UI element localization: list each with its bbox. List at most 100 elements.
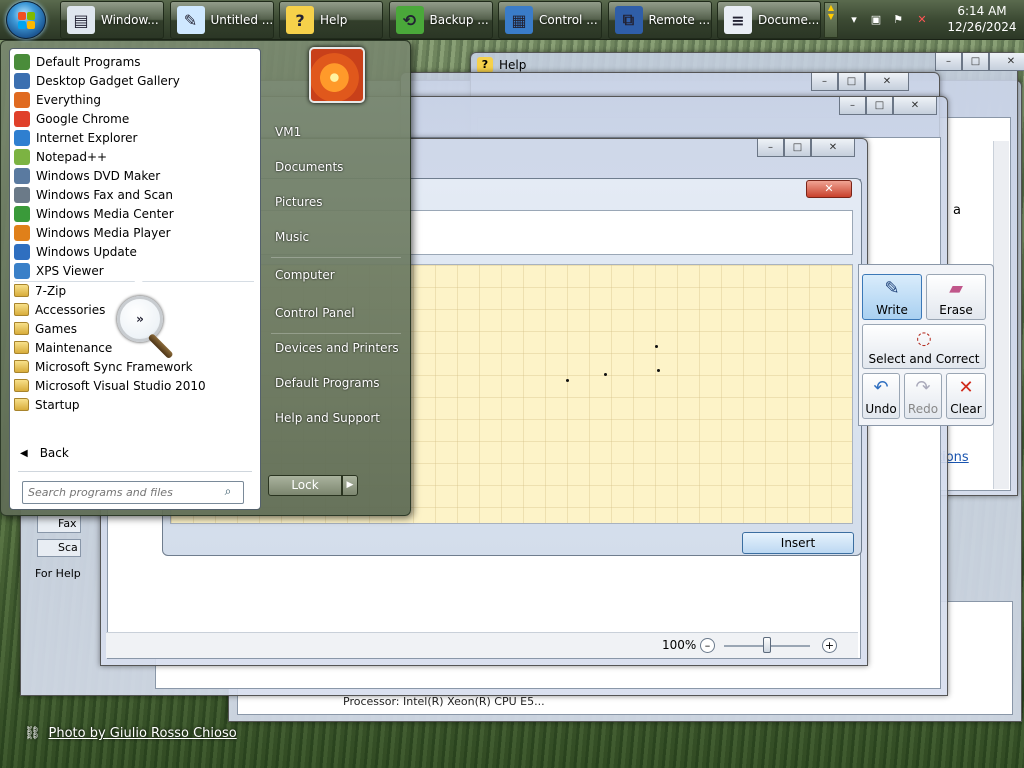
insert-button[interactable]: Insert [742,532,854,554]
start-link-pictures[interactable]: Pictures [275,195,323,209]
folder-icon [14,398,29,411]
taskbar-button[interactable]: ? Help [279,1,383,39]
remote-desktop-icon: ⧉ [614,6,643,34]
search-input[interactable] [23,486,219,499]
network-icon[interactable]: ▣ [868,12,884,28]
program-label: Windows DVD Maker [36,168,161,183]
folder-item[interactable]: Microsoft Visual Studio 2010 [12,376,258,395]
program-item[interactable]: Windows Update [12,242,258,261]
program-label: Windows Media Center [36,206,174,221]
program-item[interactable]: Windows Fax and Scan [12,185,258,204]
program-label: Windows Fax and Scan [36,187,174,202]
minimize-button[interactable]: – [757,139,784,157]
program-item[interactable]: Notepad++ [12,147,258,166]
maximize-button[interactable]: □ [962,53,989,71]
folder-item[interactable]: Microsoft Sync Framework [12,357,258,376]
zoom-in-button[interactable]: + [822,638,837,653]
start-button[interactable] [6,1,46,39]
taskbar-button[interactable]: ≡ Docume... [717,1,821,39]
lock-button[interactable]: Lock [268,475,342,496]
maximize-button[interactable]: □ [838,73,865,91]
back-arrow-icon: ◀ [20,447,28,459]
close-button[interactable]: ✕ [811,139,855,157]
clear-button[interactable]: ✕ Clear [946,373,986,419]
start-link-computer[interactable]: Computer [275,268,335,282]
program-item[interactable]: Desktop Gadget Gallery [12,71,258,90]
start-link-default-programs[interactable]: Default Programs [275,376,380,390]
minimize-button[interactable]: – [935,53,962,71]
erase-button[interactable]: ▰ Erase [926,274,986,320]
zoom-slider-thumb[interactable] [763,637,771,653]
program-item[interactable]: Windows Media Player [12,223,258,242]
program-item[interactable]: Internet Explorer [12,128,258,147]
update-icon [14,243,30,260]
search-box[interactable]: ⌕ [22,481,244,504]
zoom-percent: 100% [662,638,697,652]
minimize-button[interactable]: – [839,97,866,115]
volume-muted-icon[interactable]: ✕ [914,12,930,28]
close-button[interactable]: ✕ [865,73,909,91]
maximize-button[interactable]: □ [866,97,893,115]
action-center-flag-icon[interactable]: ⚑ [890,12,906,28]
help-window-title: Help [499,58,527,72]
control-panel-icon: ▦ [505,6,533,34]
for-help-text: For Help [35,567,81,580]
folder-item[interactable]: Startup [12,395,258,414]
media-player-icon [14,224,30,241]
program-label: Default Programs [36,54,141,69]
taskbar-button[interactable]: ✎ Untitled ... [169,1,274,39]
clock-date[interactable]: 12/26/2024 [942,20,1022,34]
ink-dot [604,373,607,376]
taskbar: ▤ Window... ✎ Untitled ...? Help ⟲ Backup ... ▦… [0,0,1024,40]
processor-text: Processor: Intel(R) Xeon(R) CPU E5... [343,695,545,708]
back-button[interactable]: ◀ Back [20,446,69,460]
magnifier-icon[interactable]: » [117,296,163,342]
input-panel-close-button[interactable]: ✕ [806,180,852,198]
photo-credit[interactable]: ⛓ Photo by Giulio Rosso Chioso [24,726,237,741]
minimize-button[interactable]: – [811,73,838,91]
redo-icon: ↷ [915,377,931,398]
folder-icon [14,322,29,335]
start-link-control-panel[interactable]: Control Panel [275,306,355,320]
taskbar-button[interactable]: ▤ Window... [60,1,164,39]
program-label: Windows Update [36,244,137,259]
write-button[interactable]: ✎ Write [862,274,922,320]
user-picture[interactable] [309,47,365,103]
taskbar-button-label: Window... [101,13,159,27]
scan-item[interactable]: Sca [37,539,81,557]
taskbar-scroll-button[interactable]: ▲ ▼ [824,2,838,38]
search-icon[interactable]: ⌕ [219,484,237,502]
notepad-icon [14,148,30,165]
undo-button[interactable]: ↶ Undo [862,373,900,419]
shutdown-options-arrow[interactable]: ▶ [342,475,358,496]
media-center-icon [14,205,30,222]
program-item[interactable]: Windows DVD Maker [12,166,258,185]
start-menu: Default Programs Desktop Gadget Gallery Ev… [0,40,411,516]
start-link-music[interactable]: Music [275,230,309,244]
start-link-vm1[interactable]: VM1 [275,125,301,139]
redo-button[interactable]: ↷ Redo [904,373,942,419]
vertical-scrollbar[interactable] [993,141,1009,489]
program-item[interactable]: Everything [12,90,258,109]
close-button[interactable]: ✕ [989,53,1024,71]
start-menu-links: VM1 Documents Pictures Music Computer Control… [263,41,411,517]
taskbar-button[interactable]: ⟲ Backup ... [388,1,493,39]
taskbar-button[interactable]: ▦ Control ... [498,1,602,39]
zoom-bar: 100% – + [106,632,858,658]
start-link-devices-and-printers[interactable]: Devices and Printers [275,341,399,355]
maximize-button[interactable]: □ [784,139,811,157]
clock-time[interactable]: 6:14 AM [942,4,1022,18]
show-hidden-icons[interactable]: ▾ [846,12,862,28]
start-link-documents[interactable]: Documents [275,160,343,174]
close-button[interactable]: ✕ [893,97,937,115]
program-item[interactable]: Windows Media Center [12,204,258,223]
program-item[interactable]: Default Programs [12,52,258,71]
taskbar-button[interactable]: ⧉ Remote ... [607,1,712,39]
start-link-help-and-support[interactable]: Help and Support [275,411,380,425]
program-item[interactable]: Google Chrome [12,109,258,128]
fax-item[interactable]: Fax [37,515,81,533]
zoom-out-button[interactable]: – [700,638,715,653]
folder-icon [14,303,29,316]
windows-logo-icon [18,12,36,30]
select-and-correct-button[interactable]: ◌ Select and Correct [862,324,986,369]
